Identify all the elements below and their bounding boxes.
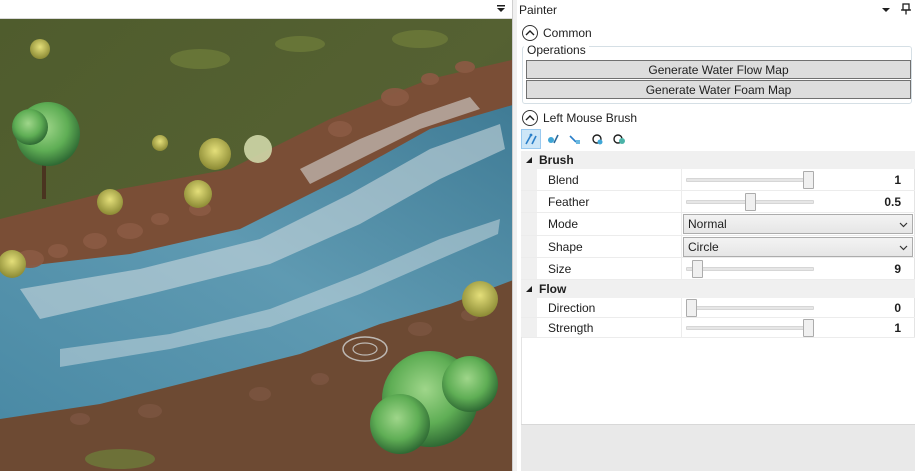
direction-row: Direction 0 [521, 298, 915, 318]
panel-options-chevron-icon[interactable] [881, 5, 891, 15]
flow-brush-tool-icon[interactable] [521, 129, 541, 149]
feather-row: Feather 0.5 [521, 191, 915, 213]
flow-category-label: Flow [539, 282, 567, 296]
direction-slider[interactable] [686, 298, 814, 317]
flow-category[interactable]: Flow [521, 280, 915, 298]
feather-value: 0.5 [884, 194, 901, 209]
brush-category-label: Brush [539, 153, 574, 167]
dropdown-menu-icon[interactable] [494, 2, 508, 16]
feather-label: Feather [548, 194, 590, 209]
painter-panel: Painter Common Operations Generate Water… [517, 0, 915, 471]
size-row: Size 9 [521, 258, 915, 280]
scene-viewport[interactable] [0, 0, 516, 471]
direction-value: 0 [894, 300, 901, 315]
strength-row: Strength 1 [521, 318, 915, 338]
erase-tool-icon[interactable] [587, 129, 607, 149]
shape-label: Shape [548, 239, 583, 254]
blend-value: 1 [894, 172, 901, 187]
shape-selected-value: Circle [688, 240, 719, 254]
chevron-down-icon [899, 245, 908, 251]
collapse-triangle-icon[interactable] [521, 285, 537, 293]
left-mouse-brush-expander[interactable]: Left Mouse Brush [522, 108, 637, 128]
shape-combobox[interactable]: Circle [683, 237, 913, 257]
strength-slider[interactable] [686, 318, 814, 337]
brush-category[interactable]: Brush [521, 151, 915, 169]
strength-value: 1 [894, 320, 901, 335]
panel-title: Painter [519, 3, 558, 17]
direction-label: Direction [548, 300, 596, 315]
size-label: Size [548, 261, 572, 276]
property-grid: Brush Blend 1 Feather 0.5 Mode Normal Sh… [521, 151, 915, 338]
description-pane [521, 424, 915, 471]
foam-brush-tool-icon[interactable] [543, 129, 563, 149]
terrain-render[interactable] [0, 19, 516, 471]
mode-row: Mode Normal [521, 213, 915, 236]
generate-water-foam-map-button[interactable]: Generate Water Foam Map [526, 80, 911, 99]
generate-water-flow-map-button[interactable]: Generate Water Flow Map [526, 60, 911, 79]
pin-icon[interactable] [900, 3, 912, 15]
left-mouse-brush-label: Left Mouse Brush [543, 111, 638, 125]
blend-label: Blend [548, 172, 579, 187]
size-slider-thumb[interactable] [691, 259, 703, 278]
operations-legend: Operations [524, 43, 589, 57]
strength-label: Strength [548, 320, 594, 335]
mix-tool-icon[interactable] [609, 129, 629, 149]
collapse-chevron-icon[interactable] [522, 25, 538, 41]
collapse-chevron-icon[interactable] [522, 110, 538, 126]
common-expander[interactable]: Common [522, 23, 592, 43]
size-slider[interactable] [686, 259, 814, 278]
shape-row: Shape Circle [521, 236, 915, 258]
smooth-tool-icon[interactable] [565, 129, 585, 149]
common-label: Common [543, 26, 592, 40]
mode-label: Mode [548, 217, 579, 231]
strength-slider-thumb[interactable] [803, 318, 814, 337]
size-value: 9 [894, 261, 901, 276]
blend-slider[interactable] [686, 170, 814, 189]
direction-slider-thumb[interactable] [686, 298, 697, 317]
blend-slider-thumb[interactable] [803, 170, 814, 189]
chevron-down-icon [899, 222, 908, 228]
blend-row: Blend 1 [521, 169, 915, 191]
brush-toolbar [521, 129, 631, 149]
feather-slider[interactable] [686, 192, 814, 211]
feather-slider-thumb[interactable] [744, 192, 756, 211]
mode-combobox[interactable]: Normal [683, 214, 913, 234]
grid-edge [521, 337, 522, 424]
viewport-header [0, 0, 516, 19]
mode-selected-value: Normal [688, 217, 727, 231]
collapse-triangle-icon[interactable] [521, 156, 537, 164]
